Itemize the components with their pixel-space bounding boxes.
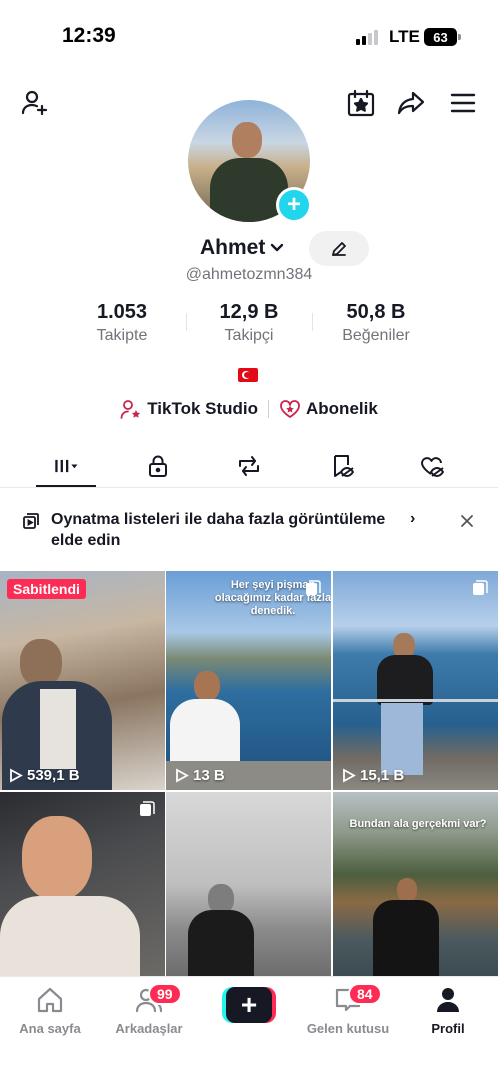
subscription-label: Abonelik	[306, 399, 378, 418]
network-type: LTE	[389, 27, 420, 46]
menu-icon[interactable]	[446, 86, 480, 120]
turkey-flag-icon	[238, 368, 258, 382]
profile-name: Ahmet	[200, 236, 266, 259]
multi-photo-icon	[140, 801, 155, 816]
stat-value: 50,8 B	[346, 301, 406, 323]
tab-private[interactable]	[128, 444, 188, 488]
link-divider	[268, 400, 270, 418]
multi-photo-icon	[473, 580, 488, 595]
video-thumbnail[interactable]: 15,1 B	[333, 571, 498, 790]
profile-icon	[437, 988, 459, 1012]
profile-tabs	[0, 444, 498, 488]
stat-likes[interactable]: 50,8 B Beğeniler	[311, 301, 441, 345]
status-bar: 12:39 LTE 63	[0, 0, 498, 74]
stat-value: 12,9 B	[219, 301, 279, 323]
tiktok-studio-label: TikTok Studio	[147, 399, 259, 418]
nav-friends-label: Arkadaşlar	[115, 1021, 183, 1036]
playlist-icon	[23, 513, 39, 529]
banner-text: Oynatma listeleri ile daha fazla görüntü…	[51, 511, 386, 549]
view-count: 15,1 B	[341, 767, 404, 784]
video-thumbnail[interactable]	[166, 792, 331, 976]
person-star-icon	[120, 400, 141, 419]
nav-profile-label: Profil	[431, 1021, 465, 1036]
video-thumbnail[interactable]	[0, 792, 165, 976]
avatar-person-body	[210, 158, 288, 222]
stat-label: Takipte	[96, 327, 148, 344]
nav-home-label: Ana sayfa	[19, 1021, 81, 1036]
inbox-badge: 84	[348, 983, 382, 1005]
video-caption: Bundan ala gerçekmi var?	[349, 818, 487, 830]
battery-icon: 63	[424, 28, 461, 46]
bottom-nav: Ana sayfa Arkadaşlar 99 + Gelen kutusu 8…	[0, 976, 498, 1080]
chevron-down-icon	[271, 243, 284, 252]
subscription-link[interactable]: Abonelik	[279, 398, 378, 420]
video-thumbnail[interactable]: Her şeyi pişman olacağımız kadar fazla d…	[166, 571, 331, 790]
friends-badge: 99	[148, 983, 182, 1005]
stat-label: Takipçi	[224, 327, 274, 344]
tiktok-studio-link[interactable]: TikTok Studio	[120, 398, 258, 420]
tab-favorites[interactable]	[312, 444, 372, 488]
lock-icon	[149, 455, 167, 477]
tab-videos[interactable]	[36, 444, 96, 488]
add-story-button[interactable]: +	[276, 187, 312, 223]
stat-value: 1.053	[96, 301, 148, 323]
heart-eye-icon	[421, 457, 444, 477]
stat-label: Beğeniler	[342, 327, 410, 344]
calendar-star-icon[interactable]	[344, 86, 378, 120]
status-time: 12:39	[62, 24, 116, 47]
view-count-value: 539,1 B	[27, 767, 80, 784]
avatar-person-head	[232, 122, 262, 158]
tab-reposts[interactable]	[219, 444, 279, 488]
nav-inbox-label: Gelen kutusu	[306, 1021, 390, 1036]
profile-username: @ahmetozmn384	[185, 266, 313, 283]
videos-grid-icon	[55, 459, 78, 473]
edit-profile-button[interactable]	[309, 231, 369, 266]
home-icon	[37, 987, 63, 1013]
video-thumbnail[interactable]: Sabitlendi 539,1 B	[0, 571, 165, 790]
create-button[interactable]: +	[222, 987, 276, 1023]
create-plus-icon: +	[226, 987, 272, 1023]
profile-links: TikTok Studio Abonelik	[0, 398, 498, 420]
active-tab-indicator	[36, 485, 96, 487]
battery-level: 63	[433, 29, 448, 45]
view-count-value: 15,1 B	[360, 767, 405, 784]
play-icon	[176, 768, 189, 783]
repost-icon	[239, 456, 259, 476]
view-count: 539,1 B	[8, 767, 80, 784]
tab-liked[interactable]	[402, 444, 462, 488]
bookmark-eye-icon	[334, 455, 354, 477]
add-friend-icon[interactable]	[18, 86, 52, 120]
nav-profile[interactable]: Profil	[398, 985, 498, 1036]
close-icon[interactable]	[458, 512, 476, 530]
play-icon	[10, 768, 23, 783]
stat-followers[interactable]: 12,9 B Takipçi	[184, 301, 314, 345]
nav-inbox[interactable]: Gelen kutusu 84	[298, 983, 398, 1036]
stat-following[interactable]: 1.053 Takipte	[57, 301, 187, 345]
multi-photo-icon	[306, 580, 321, 595]
play-icon	[343, 768, 356, 783]
nav-friends[interactable]: Arkadaşlar 99	[99, 983, 199, 1036]
share-icon[interactable]	[394, 86, 428, 120]
video-thumbnail[interactable]: Bundan ala gerçekmi var?	[333, 792, 498, 976]
pencil-icon	[332, 241, 346, 256]
heart-star-icon	[280, 400, 300, 418]
view-count: 13 B	[174, 767, 225, 784]
nav-home[interactable]: Ana sayfa	[0, 985, 100, 1036]
signal-icon	[356, 30, 378, 45]
playlist-banner[interactable]: Oynatma listeleri ile daha fazla görüntü…	[0, 508, 498, 558]
pinned-badge: Sabitlendi	[7, 579, 86, 599]
video-grid: Sabitlendi 539,1 B Her şeyi pişman olaca…	[0, 571, 498, 976]
view-count-value: 13 B	[193, 767, 225, 784]
chevron-right-icon: ›	[410, 510, 416, 527]
profile-name-row[interactable]: Ahmet	[200, 236, 285, 260]
